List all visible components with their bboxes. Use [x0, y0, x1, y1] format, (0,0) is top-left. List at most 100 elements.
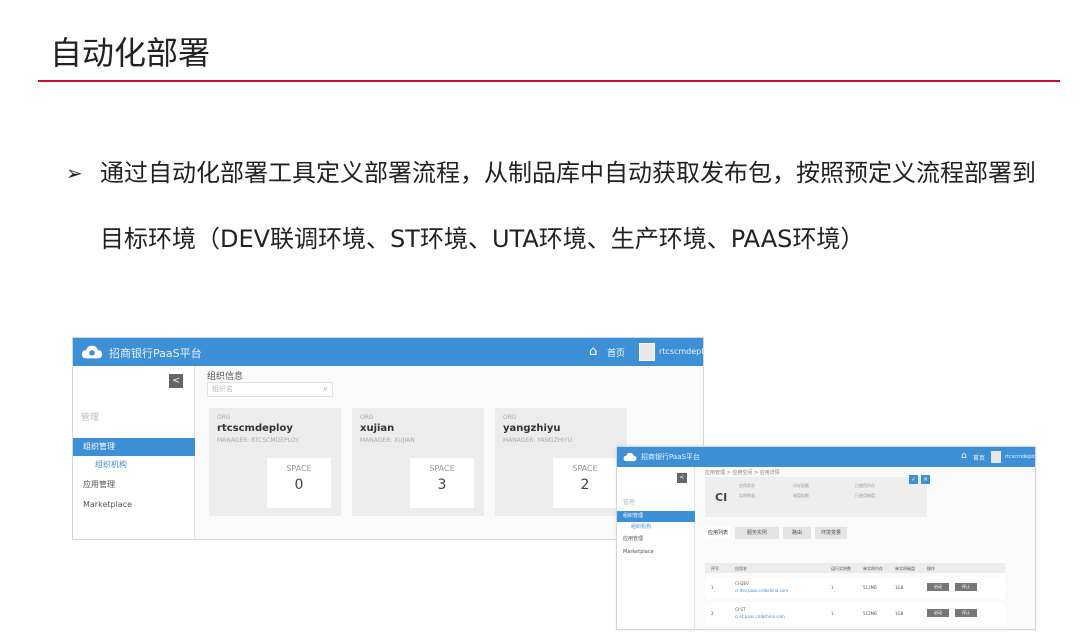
- user-menu[interactable]: rtcscmdeploy: [1005, 454, 1035, 460]
- sidebar-item-marketplace[interactable]: Marketplace: [73, 496, 195, 514]
- bullet-arrow-icon: ➢: [66, 161, 83, 185]
- org-card[interactable]: ORG rtcscmdeploy MANAGER: RTCSCMDEPLOY S…: [209, 408, 341, 516]
- cell-memory: 512MB: [863, 585, 877, 590]
- title-divider: [38, 80, 1060, 82]
- bullet-point: ➢ 通过自动化部署工具定义部署流程，从制品库中自动获取发布包，按照预定义流程部署…: [66, 140, 1046, 272]
- org-label: ORG: [503, 414, 517, 421]
- slide-title: 自动化部署: [50, 34, 211, 72]
- avatar[interactable]: [991, 451, 1001, 463]
- space-label: SPACE: [429, 464, 455, 473]
- sidebar-item-org-unit[interactable]: 组织机构: [617, 522, 695, 533]
- stop-button[interactable]: 停止: [955, 583, 977, 591]
- main-content: 应用管理 > 应用空间 > 应用详情 CI 应用状态 实例数量 内存配额 磁盘配…: [695, 467, 1035, 629]
- col-header: 应用名: [735, 566, 747, 571]
- org-label: ORG: [360, 414, 374, 421]
- close-icon[interactable]: ×: [921, 475, 930, 484]
- table-header: 序号 应用名 运行实例数 单实例内存 单实例磁盘 操作: [705, 563, 1005, 573]
- paas-org-screenshot: 招商银行PaaS平台 ⌂ 首页 rtcscmdeploy < 管理 组织管理 组…: [72, 337, 704, 540]
- cell-name: CI-ST: [735, 607, 746, 612]
- cell-route-link[interactable]: ci-dev.paas.cmbchina.com: [735, 588, 788, 593]
- home-link[interactable]: 首页: [607, 346, 625, 359]
- org-label: ORG: [217, 414, 231, 421]
- col-header: 单实例内存: [863, 566, 883, 571]
- sidebar-item-org-unit[interactable]: 组织机构: [73, 456, 195, 474]
- sidebar-item-apps[interactable]: 应用管理: [617, 534, 695, 545]
- tab-app-list[interactable]: 应用列表: [705, 527, 731, 539]
- space-value: 3: [437, 477, 447, 493]
- sidebar-item-org[interactable]: 组织管理: [617, 511, 695, 522]
- avatar[interactable]: [639, 343, 655, 361]
- org-manager: MANAGER: YANGZHIYU: [503, 437, 573, 444]
- org-manager: MANAGER: XUJIAN: [360, 437, 415, 444]
- cell-instances: 1: [831, 611, 834, 616]
- start-button[interactable]: 启动: [927, 609, 949, 617]
- panel-field: 实例数量: [739, 493, 755, 498]
- cell-instances: 1: [831, 585, 834, 590]
- bullet-text: 通过自动化部署工具定义部署流程，从制品库中自动获取发布包，按照预定义流程部署到目…: [100, 159, 1036, 253]
- tab-routes[interactable]: 路由: [783, 527, 811, 539]
- table-row: 2 CI-ST ci-st.paas.cmbchina.com 1 512MB …: [705, 603, 1005, 625]
- org-manager: MANAGER: RTCSCMDEPLOY: [217, 437, 299, 444]
- space-label: SPACE: [572, 464, 598, 473]
- cell-id: 1: [711, 585, 714, 590]
- tab-services[interactable]: 服务实例: [735, 527, 779, 539]
- org-name: xujian: [360, 423, 395, 434]
- cloud-logo-icon: [81, 345, 103, 359]
- app-title: 招商银行PaaS平台: [641, 453, 700, 461]
- sidebar-section: 管理: [623, 499, 636, 506]
- page-heading: 组织信息: [207, 372, 244, 382]
- col-header: 单实例磁盘: [895, 566, 915, 571]
- app-summary-panel: CI 应用状态 实例数量 内存配额 磁盘配额 已使用内存 已使用磁盘: [705, 477, 927, 517]
- col-header: 操作: [927, 566, 935, 571]
- col-header: 运行实例数: [831, 566, 851, 571]
- home-icon[interactable]: ⌂: [961, 451, 967, 461]
- panel-field: 内存配额: [793, 483, 809, 488]
- user-menu[interactable]: rtcscmdeploy: [659, 347, 703, 356]
- sidebar-item-apps[interactable]: 应用管理: [73, 476, 195, 494]
- org-name: yangzhiyu: [503, 423, 561, 434]
- collapse-icon[interactable]: <: [677, 473, 687, 483]
- org-card[interactable]: ORG xujian MANAGER: XUJIAN SPACE 3: [352, 408, 484, 516]
- breadcrumb: 应用管理 > 应用空间 > 应用详情: [705, 470, 780, 476]
- cell-disk: 1GB: [895, 585, 904, 590]
- stop-button[interactable]: 停止: [955, 609, 977, 617]
- cell-name: CI-DEV: [735, 581, 749, 586]
- table-row: 1 CI-DEV ci-dev.paas.cmbchina.com 1 512M…: [705, 577, 1005, 599]
- collapse-icon[interactable]: <: [169, 374, 183, 388]
- sidebar-item-marketplace[interactable]: Marketplace: [617, 547, 695, 558]
- start-button[interactable]: 启动: [927, 583, 949, 591]
- space-value: 0: [294, 477, 304, 493]
- search-icon[interactable]: ⌕: [323, 384, 328, 394]
- cell-route-link[interactable]: ci-st.paas.cmbchina.com: [735, 614, 785, 619]
- panel-field: 已使用内存: [855, 483, 875, 488]
- sidebar: < 管理 组织管理 组织机构 应用管理 Marketplace: [617, 467, 695, 629]
- cell-memory: 512MB: [863, 611, 877, 616]
- org-name: rtcscmdeploy: [217, 423, 293, 434]
- panel-field: 应用状态: [739, 483, 755, 488]
- cell-id: 2: [711, 611, 714, 616]
- space-count: SPACE 3: [410, 458, 474, 508]
- sidebar: < 管理 组织管理 组织机构 应用管理 Marketplace: [73, 366, 195, 539]
- top-bar: 招商银行PaaS平台 ⌂ 首页 rtcscmdeploy: [73, 338, 703, 366]
- space-value: 2: [580, 477, 590, 493]
- check-icon[interactable]: ✓: [909, 475, 918, 484]
- home-icon[interactable]: ⌂: [589, 344, 597, 359]
- cloud-logo-icon: [623, 452, 637, 462]
- app-title: 招商银行PaaS平台: [109, 347, 202, 360]
- space-count: SPACE 0: [267, 458, 331, 508]
- paas-app-screenshot: 招商银行PaaS平台 ⌂ 首页 rtcscmdeploy < 管理 组织管理 组…: [616, 446, 1036, 630]
- cell-disk: 1GB: [895, 611, 904, 616]
- panel-field: 已使用磁盘: [855, 493, 875, 498]
- sidebar-item-org[interactable]: 组织管理: [73, 438, 195, 456]
- home-link[interactable]: 首页: [973, 453, 985, 462]
- tab-env[interactable]: 环境变量: [815, 527, 847, 539]
- search-input[interactable]: 组织名: [207, 382, 333, 397]
- panel-field: 磁盘配额: [793, 493, 809, 498]
- space-count: SPACE 2: [553, 458, 617, 508]
- sidebar-section: 管理: [81, 413, 100, 423]
- col-header: 序号: [711, 566, 719, 571]
- org-card[interactable]: ORG yangzhiyu MANAGER: YANGZHIYU SPACE 2: [495, 408, 627, 516]
- space-label: SPACE: [286, 464, 312, 473]
- top-bar: 招商银行PaaS平台 ⌂ 首页 rtcscmdeploy: [617, 447, 1035, 467]
- app-code: CI: [715, 491, 728, 504]
